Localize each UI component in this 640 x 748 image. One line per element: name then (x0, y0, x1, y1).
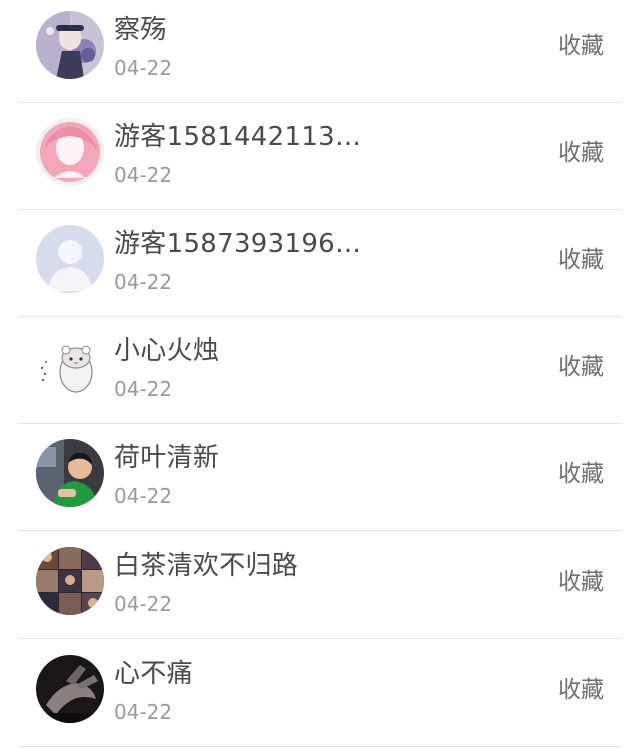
timestamp: 04-22 (114, 270, 173, 294)
timestamp: 04-22 (114, 700, 173, 724)
list-item[interactable]: 游客1587393196… 04-22 收藏 (0, 210, 640, 317)
divider (18, 746, 622, 747)
pink-silhouette-avatar[interactable] (36, 118, 104, 186)
timestamp: 04-22 (114, 163, 173, 187)
list-item[interactable]: 小心火烛 04-22 收藏 (0, 317, 640, 424)
timestamp: 04-22 (114, 484, 173, 508)
list-item[interactable]: 荷叶清新 04-22 收藏 (0, 424, 640, 531)
list-item[interactable]: 游客1581442113… 04-22 收藏 (0, 103, 640, 210)
user-name: 察殇 (114, 15, 167, 45)
collage-avatar[interactable] (36, 547, 104, 615)
user-name: 白茶清欢不归路 (114, 551, 299, 581)
favorite-label: 收藏 (558, 569, 604, 595)
anime-character-avatar[interactable] (36, 11, 104, 79)
favorite-label: 收藏 (558, 461, 604, 487)
user-name: 游客1587393196… (114, 229, 362, 259)
list-item[interactable]: 心不痛 04-22 收藏 (0, 640, 640, 747)
activity-list: 察殇 04-22 收藏 游客1581442113… 04-22 收藏 游客158… (0, 0, 640, 748)
favorite-label: 收藏 (558, 247, 604, 273)
list-item[interactable]: 察殇 04-22 收藏 (0, 0, 640, 103)
timestamp: 04-22 (114, 592, 173, 616)
dark-hand-avatar[interactable] (36, 655, 104, 723)
favorite-label: 收藏 (558, 677, 604, 703)
boy-photo-avatar[interactable] (36, 439, 104, 507)
user-name: 荷叶清新 (114, 443, 220, 473)
hamster-avatar[interactable] (36, 332, 104, 400)
list-item[interactable]: 白茶清欢不归路 04-22 收藏 (0, 532, 640, 639)
timestamp: 04-22 (114, 377, 173, 401)
default-user-avatar[interactable] (36, 225, 104, 293)
divider (18, 530, 622, 531)
favorite-label: 收藏 (558, 354, 604, 380)
user-name: 小心火烛 (114, 336, 220, 366)
user-name: 心不痛 (114, 659, 193, 689)
timestamp: 04-22 (114, 56, 173, 80)
user-name: 游客1581442113… (114, 122, 362, 152)
favorite-label: 收藏 (558, 140, 604, 166)
divider (18, 638, 622, 639)
favorite-label: 收藏 (558, 33, 604, 59)
